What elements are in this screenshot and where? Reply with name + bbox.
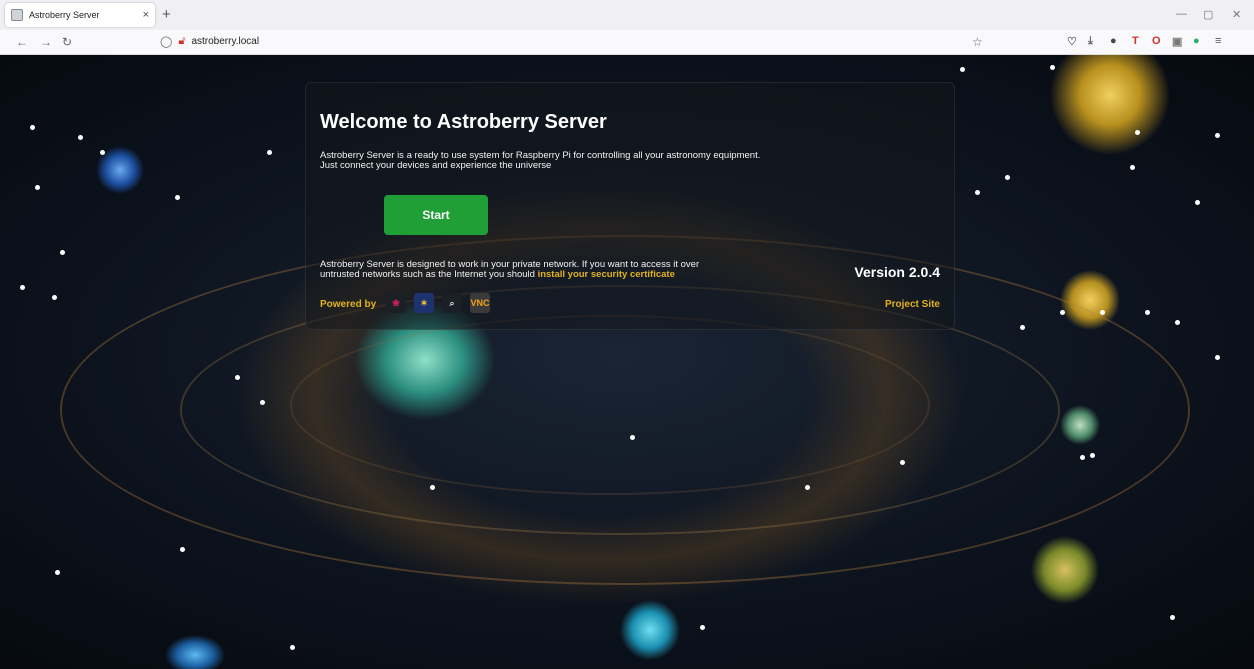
star-dot	[430, 485, 435, 490]
reload-icon[interactable]: ↻	[62, 35, 72, 49]
back-arrow-icon[interactable]: ←	[16, 35, 28, 49]
star-dot	[290, 645, 295, 650]
browser-nav-bar: ← → ↻ ◯ 🔓︎ astroberry.local ☆ ♡ ⤓ ● T O ▣ ● ≡	[0, 30, 1254, 55]
start-button[interactable]: Start	[384, 195, 488, 235]
intro-text: Astroberry Server is a ready to use syst…	[320, 151, 920, 171]
minimize-button[interactable]: —	[1176, 8, 1187, 20]
url-text[interactable]: astroberry.local	[191, 36, 259, 47]
address-bar[interactable]: ◯ 🔓︎ astroberry.local	[160, 35, 259, 48]
indi-logo-icon[interactable]: ✶	[414, 293, 434, 313]
star-dot	[1130, 165, 1135, 170]
star-dot	[30, 125, 35, 130]
star-dot	[1080, 455, 1085, 460]
close-window-button[interactable]: ✕	[1232, 8, 1241, 21]
star-dot	[1060, 310, 1065, 315]
star-dot	[1215, 133, 1220, 138]
raspberry-pi-logo-icon[interactable]: ❀	[386, 293, 406, 313]
star-dot	[1135, 130, 1140, 135]
page-title: Welcome to Astroberry Server	[320, 111, 607, 133]
opera-o-icon[interactable]: O	[1152, 35, 1161, 47]
star-dot	[267, 150, 272, 155]
star-dot	[1090, 453, 1095, 458]
star-dot	[1195, 200, 1200, 205]
browser-tab-bar: Astroberry Server × + — ▢ ✕	[0, 0, 1254, 30]
new-tab-button[interactable]: +	[162, 6, 171, 23]
page-background: Welcome to Astroberry Server Astroberry …	[0, 55, 1254, 669]
star-dot	[1005, 175, 1010, 180]
orbit-ring	[290, 315, 930, 495]
star-dot	[805, 485, 810, 490]
star-dot	[1050, 65, 1055, 70]
menu-icon[interactable]: ≡	[1215, 35, 1221, 47]
install-certificate-link[interactable]: install your security certificate	[538, 269, 675, 280]
image-icon[interactable]: ▣	[1172, 35, 1182, 48]
star-dot	[1175, 320, 1180, 325]
tab-title: Astroberry Server	[29, 10, 100, 20]
star-dot	[52, 295, 57, 300]
star-dot	[175, 195, 180, 200]
powered-by-logos: ❀ ✶ ⌕ VNC	[386, 293, 490, 313]
extension-circle-icon[interactable]: ●	[1110, 35, 1117, 47]
powered-by-label: Powered by	[320, 299, 377, 310]
pocket-icon[interactable]: ♡	[1067, 35, 1077, 48]
star-dot	[1100, 310, 1105, 315]
star-dot	[260, 400, 265, 405]
star-dot	[1215, 355, 1220, 360]
star-dot	[1145, 310, 1150, 315]
star-dot	[235, 375, 240, 380]
star-dot	[180, 547, 185, 552]
tab-close-icon[interactable]: ×	[143, 9, 149, 21]
project-site-link[interactable]: Project Site	[885, 299, 940, 310]
star-dot	[700, 625, 705, 630]
star-dot	[20, 285, 25, 290]
download-icon[interactable]: ⤓	[1088, 35, 1093, 48]
green-extension-icon[interactable]: ●	[1193, 35, 1200, 47]
star-dot	[55, 570, 60, 575]
star-dot	[630, 435, 635, 440]
star-dot	[975, 190, 980, 195]
telescope-logo-icon[interactable]: ⌕	[442, 293, 462, 313]
bookmark-star-icon[interactable]: ☆	[972, 35, 983, 49]
restore-button[interactable]: ▢	[1203, 8, 1213, 21]
vnc-logo-icon[interactable]: VNC	[470, 293, 490, 313]
star-dot	[1170, 615, 1175, 620]
star-dot	[35, 185, 40, 190]
tracking-shield-icon[interactable]: ◯	[160, 35, 172, 48]
insecure-lock-icon[interactable]: 🔓︎	[178, 35, 185, 48]
star-dot	[900, 460, 905, 465]
text-t-icon[interactable]: T	[1132, 35, 1139, 47]
forward-arrow-icon[interactable]: →	[40, 35, 52, 49]
star-dot	[960, 67, 965, 72]
browser-tab[interactable]: Astroberry Server ×	[5, 3, 155, 27]
star-dot	[78, 135, 83, 140]
intro-line: Just connect your devices and experience…	[320, 160, 552, 171]
star-dot	[1020, 325, 1025, 330]
network-note: Astroberry Server is designed to work in…	[320, 260, 840, 280]
welcome-panel: Welcome to Astroberry Server Astroberry …	[305, 82, 955, 330]
note-line: untrusted networks such as the Internet …	[320, 269, 538, 280]
site-favicon-icon	[11, 9, 23, 21]
star-dot	[60, 250, 65, 255]
version-label: Version 2.0.4	[854, 264, 940, 280]
star-dot	[100, 150, 105, 155]
